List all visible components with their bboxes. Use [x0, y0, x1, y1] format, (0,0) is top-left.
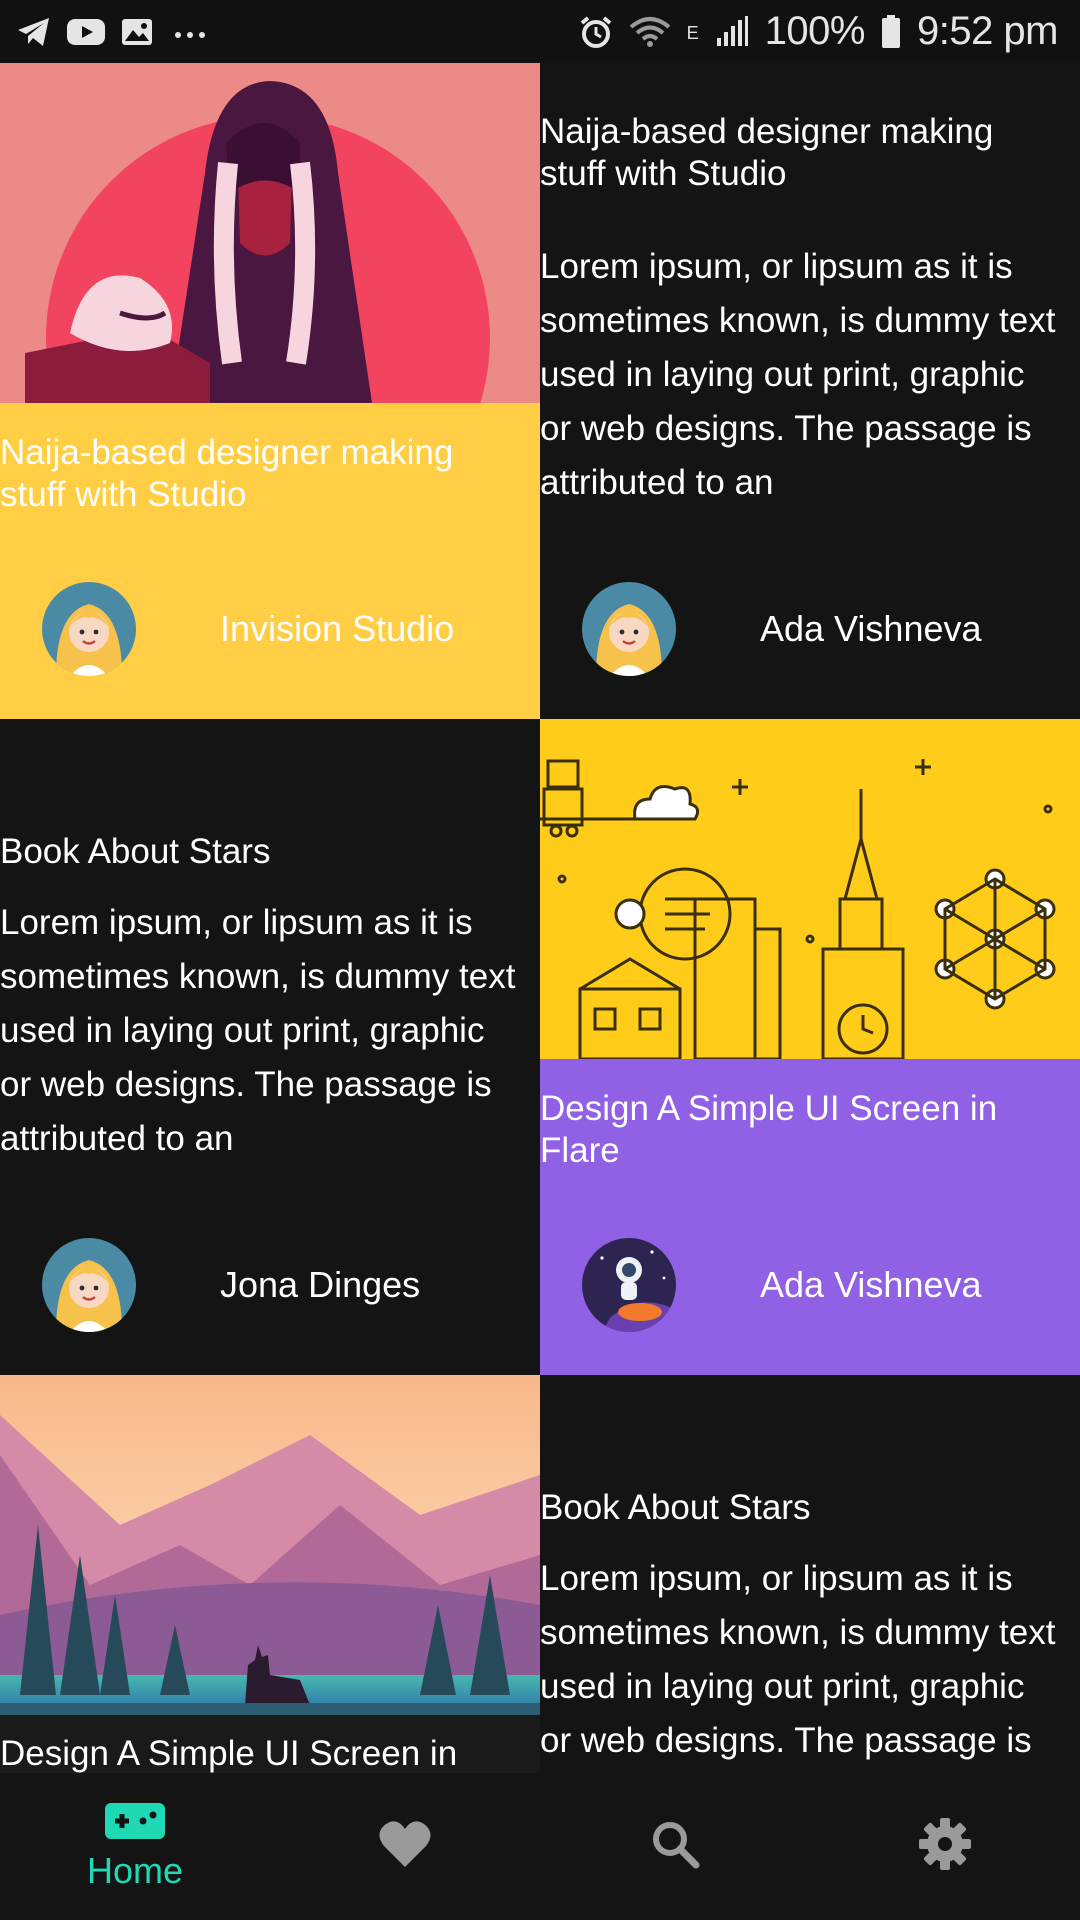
author-name[interactable]: Invision Studio: [220, 608, 454, 650]
author-row: Ada Vishneva: [582, 581, 1062, 677]
nav-search[interactable]: [540, 1773, 810, 1920]
article-title: Naija-based designer making stuff with S…: [0, 433, 454, 514]
author-row: Jona Dinges: [42, 1237, 522, 1333]
article-title: Book About Stars: [540, 1488, 811, 1527]
status-bar-right: E 100% 9:52 pm: [579, 9, 1080, 54]
article-description: Lorem ipsum, or lipsum as it is sometime…: [540, 1559, 1056, 1760]
gamepad-icon: [105, 1801, 165, 1846]
heart-icon: [378, 1819, 432, 1874]
article-card[interactable]: Book About Stars Lorem ipsum, or lipsum …: [0, 719, 540, 1375]
girl-avatar-icon: [582, 582, 676, 676]
woman-illustration: [0, 63, 540, 403]
article-card[interactable]: Design A Simple UI Screen in: [0, 1375, 540, 1773]
battery-icon: [881, 14, 901, 49]
mountain-landscape: [0, 1375, 540, 1715]
network-e-icon: E: [686, 23, 699, 43]
author-row: Invision Studio: [42, 581, 522, 677]
signal-icon: [715, 15, 749, 48]
nav-settings[interactable]: [810, 1773, 1080, 1920]
search-icon: [650, 1819, 700, 1874]
author-name[interactable]: Jona Dinges: [220, 1264, 420, 1306]
article-description: Lorem ipsum, or lipsum as it is sometime…: [540, 247, 1056, 502]
article-card[interactable]: Design A Simple UI Screen in Flare Ada V…: [540, 719, 1080, 1375]
more-dots-icon: [168, 17, 212, 47]
article-grid: Naija-based designer making stuff with S…: [0, 63, 1080, 1773]
nav-home[interactable]: Home: [0, 1773, 270, 1920]
status-bar: E 100% 9:52 pm: [0, 0, 1080, 63]
article-title: Design A Simple UI Screen in: [0, 1734, 458, 1773]
telegram-icon: [16, 17, 52, 47]
article-card[interactable]: Naija-based designer making stuff with S…: [540, 63, 1080, 719]
author-row: Ada Vishneva: [582, 1237, 1062, 1333]
article-title: Design A Simple UI Screen in Flare: [540, 1089, 998, 1170]
alarm-icon: [579, 15, 613, 49]
article-card[interactable]: Book About Stars Lorem ipsum, or lipsum …: [540, 1375, 1080, 1773]
nav-favorites[interactable]: [270, 1773, 540, 1920]
status-time: 9:52 pm: [916, 9, 1059, 53]
article-description: Lorem ipsum, or lipsum as it is sometime…: [0, 903, 516, 1158]
girl-avatar-icon: [42, 1238, 136, 1332]
article-card[interactable]: Naija-based designer making stuff with S…: [0, 63, 540, 719]
astronaut-avatar-icon: [582, 1238, 676, 1332]
wifi-icon: [629, 15, 671, 49]
girl-avatar-icon: [42, 582, 136, 676]
city-illustration: [540, 719, 1080, 1059]
nav-home-label: Home: [86, 1850, 184, 1891]
article-title: Naija-based designer making stuff with S…: [540, 112, 994, 193]
author-name[interactable]: Ada Vishneva: [760, 608, 982, 650]
youtube-icon: [66, 17, 106, 47]
gallery-icon: [120, 17, 154, 47]
author-name[interactable]: Ada Vishneva: [760, 1264, 982, 1306]
gear-icon: [918, 1817, 972, 1876]
battery-percent: 100%: [764, 9, 866, 53]
status-bar-left: [0, 17, 212, 47]
article-title: Book About Stars: [0, 832, 271, 871]
bottom-navigation: Home: [0, 1773, 1080, 1920]
